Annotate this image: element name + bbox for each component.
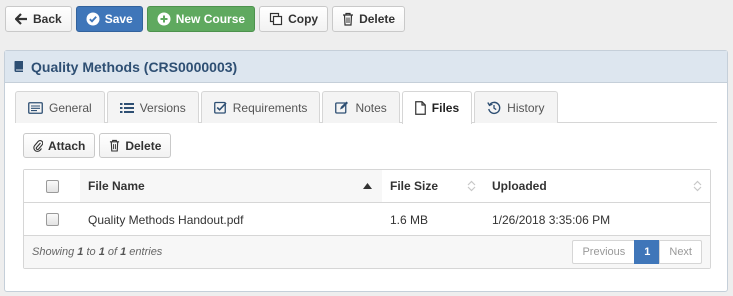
- column-header-file-name[interactable]: File Name: [80, 170, 382, 202]
- sort-ascending-icon: [363, 183, 372, 189]
- select-all-cell: [24, 179, 80, 193]
- info-to: to: [83, 246, 99, 258]
- table-footer: Showing 1 to 1 of 1 entries Previous 1 N…: [24, 235, 710, 268]
- info-of: of: [104, 246, 121, 258]
- info-prefix: Showing: [32, 246, 78, 258]
- id-card-icon: [28, 101, 43, 114]
- uploaded-cell: 1/26/2018 3:35:06 PM: [492, 212, 611, 227]
- trash-icon: [343, 12, 354, 26]
- tab-versions[interactable]: Versions: [106, 91, 199, 123]
- next-page-button[interactable]: Next: [659, 240, 702, 264]
- save-label: Save: [104, 12, 133, 26]
- column-header-file-size-label: File Size: [390, 179, 439, 193]
- tab-general-label: General: [49, 100, 92, 115]
- course-panel: Quality Methods (CRS0000003) General Ver…: [4, 50, 728, 292]
- list-icon: [119, 102, 134, 113]
- delete-file-label: Delete: [125, 138, 162, 153]
- tab-history[interactable]: History: [474, 91, 558, 123]
- previous-page-button[interactable]: Previous: [572, 240, 636, 264]
- copy-button[interactable]: Copy: [259, 6, 329, 32]
- back-label: Back: [33, 12, 62, 26]
- tab-history-label: History: [507, 100, 545, 115]
- tab-requirements-label: Requirements: [232, 100, 308, 115]
- main-toolbar: Back Save New Course Copy Delete: [5, 6, 406, 34]
- sort-both-icon: [693, 180, 702, 192]
- page-1-button[interactable]: 1: [634, 240, 661, 264]
- history-icon: [487, 101, 501, 114]
- info-suffix: entries: [126, 246, 163, 258]
- select-all-checkbox[interactable]: [45, 179, 59, 193]
- row-select-cell: [24, 213, 80, 226]
- file-icon: [414, 101, 426, 115]
- attach-label: Attach: [48, 138, 86, 153]
- column-header-uploaded[interactable]: Uploaded: [484, 170, 710, 202]
- save-button[interactable]: Save: [75, 6, 143, 32]
- tab-general[interactable]: General: [15, 91, 105, 123]
- table-header: File Name File Size Uploaded: [24, 170, 710, 203]
- book-icon: [14, 61, 23, 72]
- delete-label: Delete: [359, 12, 396, 26]
- trash-icon: [110, 139, 120, 152]
- copy-icon: [269, 12, 283, 26]
- tab-files[interactable]: Files: [401, 91, 473, 124]
- copy-label: Copy: [288, 12, 319, 26]
- tab-notes-label: Notes: [355, 100, 387, 115]
- tab-requirements[interactable]: Requirements: [200, 91, 321, 123]
- delete-button[interactable]: Delete: [332, 6, 406, 32]
- tab-versions-label: Versions: [139, 100, 186, 115]
- pagination: Previous 1 Next: [572, 240, 702, 264]
- delete-file-button[interactable]: Delete: [99, 133, 172, 158]
- arrow-left-icon: [15, 13, 27, 25]
- attach-button[interactable]: Attach: [23, 133, 96, 158]
- tab-notes[interactable]: Notes: [322, 91, 400, 123]
- check-square-icon: [213, 101, 227, 114]
- column-header-file-size[interactable]: File Size: [382, 170, 484, 202]
- row-checkbox[interactable]: [45, 213, 59, 226]
- edit-icon: [335, 101, 349, 114]
- file-name-cell: Quality Methods Handout.pdf: [88, 212, 244, 227]
- table-row[interactable]: Quality Methods Handout.pdf 1.6 MB 1/26/…: [24, 203, 710, 237]
- back-button[interactable]: Back: [5, 6, 72, 32]
- tab-bar: General Versions Requirements Notes File…: [15, 91, 717, 124]
- panel-header: Quality Methods (CRS0000003): [5, 51, 727, 83]
- sort-both-icon: [467, 180, 476, 192]
- column-header-file-name-label: File Name: [88, 179, 145, 193]
- page-title: Quality Methods (CRS0000003): [31, 58, 238, 75]
- column-header-uploaded-label: Uploaded: [492, 179, 547, 193]
- check-circle-icon: [86, 12, 100, 26]
- new-course-button[interactable]: New Course: [146, 6, 256, 32]
- file-size-cell: 1.6 MB: [390, 212, 429, 227]
- plus-circle-icon: [157, 12, 171, 26]
- tab-files-label: Files: [431, 101, 460, 115]
- new-course-label: New Course: [175, 12, 246, 26]
- files-table: File Name File Size Uploaded Quality Met…: [23, 169, 711, 269]
- paperclip-icon: [33, 140, 43, 152]
- files-toolbar: Attach Delete: [23, 133, 172, 158]
- entries-info: Showing 1 to 1 of 1 entries: [32, 246, 162, 258]
